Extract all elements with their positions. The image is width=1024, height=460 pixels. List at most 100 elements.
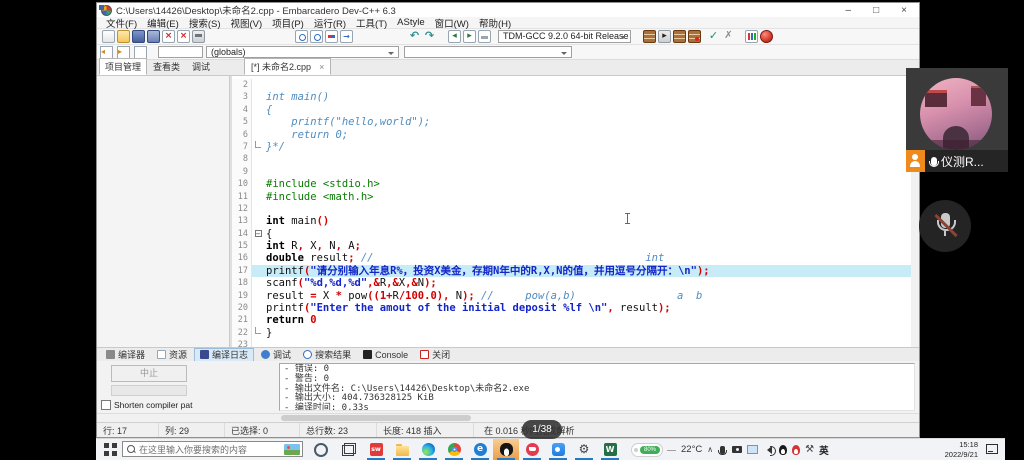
find-in-files-icon[interactable] [310,30,323,43]
profiler-icon[interactable] [745,30,758,43]
seewo-whiteboard-taskbar-icon[interactable]: W [597,439,623,460]
chrome-taskbar-icon[interactable] [441,439,467,460]
open-file-icon[interactable] [117,30,130,43]
member-search-input[interactable] [158,46,203,58]
code-text [264,339,919,347]
goto-back-icon[interactable] [100,46,113,59]
collapsed-icon[interactable]: — [667,445,676,455]
task-view-button[interactable] [342,445,354,456]
close-all-icon[interactable] [177,30,190,43]
close-file-icon[interactable] [162,30,175,43]
code-editor[interactable]: 23int main()4{5 printf("hello,world");6 … [232,76,919,347]
class-browser-icon[interactable] [134,46,147,59]
fold-margin [252,191,264,203]
close-button[interactable]: × [901,5,907,16]
goto-forward-icon[interactable] [117,46,130,59]
video-participant-tile[interactable]: 仪测R... [906,68,1008,172]
start-button[interactable] [104,443,117,456]
cortana-button[interactable] [314,443,328,457]
new-file-icon[interactable] [102,30,115,43]
save-icon[interactable] [132,30,145,43]
taskbar-search-box[interactable]: 在这里输入你要搜索的内容 [122,441,303,457]
output-tab[interactable]: Console [358,349,413,361]
panel-tab[interactable]: 项目管理 [99,58,147,75]
output-tab[interactable]: 编译器 [101,349,150,361]
debug-icon[interactable] [760,30,773,43]
project-panel[interactable] [97,76,230,347]
tim-tray-icon[interactable] [792,445,800,455]
panel-tab[interactable]: 查看类 [147,58,186,75]
editor-tab[interactable]: [*] 未命名2.cpp × [244,58,331,75]
menu-item[interactable]: 视图(V) [225,16,267,30]
line-number: 18 [232,277,252,289]
rebuild-icon[interactable] [688,30,701,43]
mute-microphone-button[interactable] [919,200,971,252]
maximize-button[interactable]: □ [873,5,879,16]
edge-taskbar-icon[interactable] [415,439,441,460]
weather-temperature[interactable]: 22°C [681,444,702,455]
abort-compile-button[interactable]: 中止 [111,365,187,382]
syntax-check-icon[interactable] [707,30,720,43]
editor-tab-close-icon[interactable]: × [319,62,324,72]
run-icon[interactable] [658,30,671,43]
menu-item[interactable]: 窗口(W) [430,16,474,30]
minimize-button[interactable]: – [846,5,852,16]
input-language-indicator[interactable]: 英 [819,443,829,457]
log-horizontal-scrollbar[interactable] [97,413,919,422]
menu-item[interactable]: AStyle [392,17,429,28]
menu-item[interactable]: 编辑(E) [142,16,184,30]
fold-open-icon[interactable]: − [255,230,262,237]
menu-item[interactable]: 搜索(S) [184,16,226,30]
camera-tray-icon[interactable] [732,446,742,453]
compile-icon[interactable] [643,30,656,43]
battery-widget[interactable]: 80% [632,444,662,456]
code-text: printf("请分别输入年息R%，投资X美金，存期N年中的R,X,N的值，并用… [264,265,919,277]
compiler-profile-combo[interactable]: TDM-GCC 9.2.0 64-bit Release [498,30,631,43]
voov-meeting-taskbar-icon[interactable] [545,439,571,460]
menu-item[interactable]: 帮助(H) [474,16,516,30]
print-icon[interactable] [192,30,205,43]
scrollbar-thumb[interactable] [281,415,471,421]
scope-combo[interactable]: (globals) [206,46,399,58]
volume-tray-icon[interactable] [763,446,772,454]
tray-expand-icon[interactable]: ∧ [707,445,713,454]
menu-item[interactable]: 项目(P) [267,16,309,30]
qq-tray-icon[interactable] [779,445,787,455]
shorten-paths-label: Shorten compiler pat [114,400,192,410]
microphone-tray-icon[interactable] [720,446,725,454]
save-all-icon[interactable] [147,30,160,43]
nav-forward-icon[interactable] [463,30,476,43]
find-icon[interactable] [295,30,308,43]
nav-back-icon[interactable] [448,30,461,43]
qq-taskbar-icon[interactable] [493,439,519,460]
browser-e-taskbar-icon[interactable]: e [467,439,493,460]
menu-item[interactable]: 运行(R) [309,16,351,30]
output-tab[interactable]: 调试 [256,349,296,361]
seewo-taskbar-icon[interactable]: sw [363,439,389,460]
panel-tab[interactable]: 调试 [186,58,216,75]
goto-line-icon[interactable] [340,30,353,43]
output-tab[interactable]: 编译日志 [194,348,254,362]
repair-tool-tray-icon[interactable]: ⚒ [805,444,814,455]
output-tab[interactable]: 搜索结果 [298,349,356,361]
file-explorer-taskbar-icon[interactable] [389,439,415,460]
compile-progress-bar [111,385,187,396]
settings-taskbar-icon[interactable]: ⚙ [571,439,597,460]
output-tab[interactable]: 资源 [152,349,192,361]
action-center-button[interactable] [986,444,998,454]
shorten-paths-checkbox[interactable] [101,400,111,410]
clear-icon[interactable] [478,30,491,43]
menu-item[interactable]: 文件(F) [101,16,142,30]
taskbar-clock[interactable]: 15:18 2022/9/21 [930,440,978,459]
compile-run-icon[interactable] [673,30,686,43]
replace-icon[interactable] [325,30,338,43]
menu-item[interactable]: 工具(T) [351,16,392,30]
member-combo[interactable] [404,46,572,58]
participant-name: 仪测R... [941,153,984,170]
redo-icon[interactable] [423,30,436,43]
output-tab[interactable]: 关闭 [415,349,455,361]
undo-icon[interactable] [408,30,421,43]
photo-viewer-tray-icon[interactable] [747,445,758,454]
dingtalk-taskbar-icon[interactable] [519,439,545,460]
abort-icon[interactable] [722,30,735,43]
